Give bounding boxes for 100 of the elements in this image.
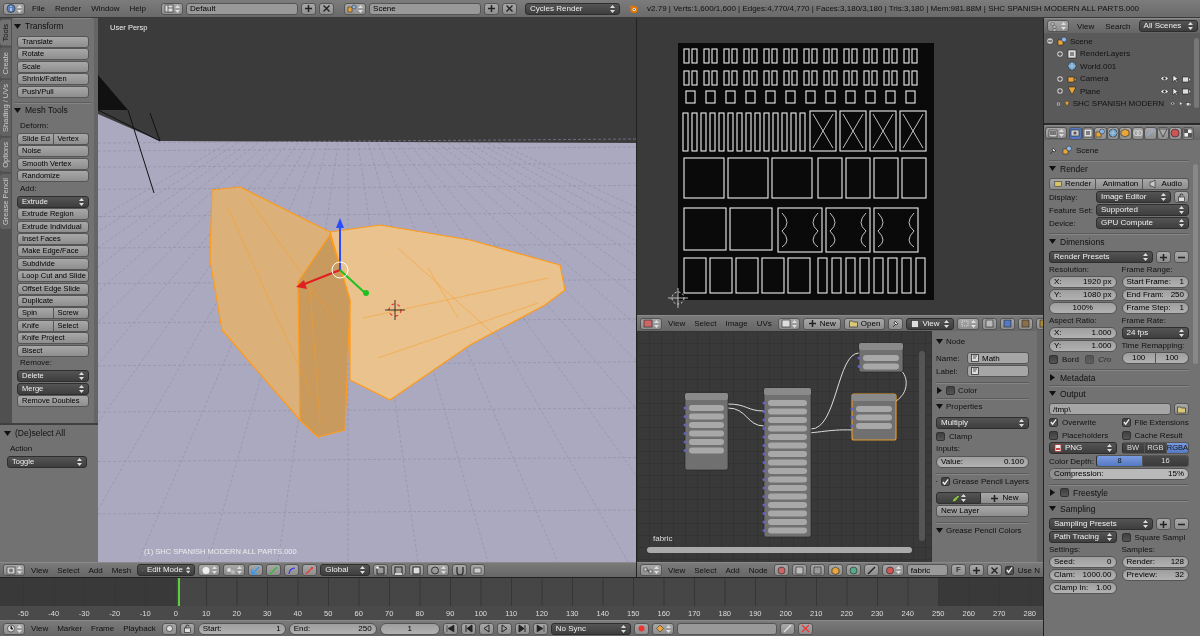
- number-field[interactable]: 100: [1121, 352, 1156, 364]
- panel-title: Color: [958, 386, 978, 395]
- number-field[interactable]: Y: 1080 px: [1049, 289, 1117, 301]
- menu-item[interactable]: Help: [126, 2, 150, 15]
- panel-title: Grease Pencil Colors: [946, 526, 1022, 535]
- display-mode-dropdown[interactable]: All Scenes: [1138, 20, 1198, 32]
- dropdown[interactable]: Supported: [1096, 204, 1189, 216]
- render-button[interactable]: Render: [1049, 178, 1097, 190]
- panel-title: Mesh Tools: [25, 105, 68, 116]
- field-label: Label:: [936, 366, 959, 376]
- presets-dropdown[interactable]: Sampling Presets: [1049, 518, 1153, 530]
- dropdown[interactable]: Multiply: [936, 417, 1029, 429]
- path-field[interactable]: /tmp\: [1049, 403, 1171, 415]
- number-field[interactable]: X: 1920 px: [1049, 276, 1117, 288]
- number-field[interactable]: End: 250: [288, 622, 377, 635]
- checkbox-label: Clamp: [949, 431, 973, 441]
- menu-item[interactable]: File: [29, 2, 48, 15]
- number-field[interactable]: Preview: 32: [1121, 569, 1189, 581]
- menu-item[interactable]: Select: [691, 317, 720, 330]
- sync-dropdown[interactable]: No Sync: [550, 622, 631, 635]
- panel-title: Sampling: [1060, 503, 1096, 514]
- render-button[interactable]: Audio: [1142, 178, 1189, 190]
- menu-item[interactable]: View: [665, 317, 689, 330]
- new-button[interactable]: New: [981, 492, 1029, 504]
- menu-item[interactable]: Add: [85, 563, 106, 577]
- open-image-button[interactable]: Open: [843, 317, 886, 330]
- menu-item[interactable]: UVs: [753, 317, 775, 330]
- checkbox-label: Placeholders: [1062, 430, 1109, 440]
- panel-title: Metadata: [1060, 372, 1096, 383]
- field-label: Action: [9, 443, 34, 455]
- presets-dropdown[interactable]: Render Presets: [1049, 251, 1153, 263]
- menu-item[interactable]: Marker: [54, 622, 86, 635]
- text-field[interactable]: Math: [967, 352, 1029, 364]
- menu-item[interactable]: Add: [722, 563, 743, 577]
- menu-item[interactable]: Mesh: [108, 563, 135, 577]
- field-label: Remove:: [19, 357, 53, 369]
- fake-user-button[interactable]: F: [950, 564, 966, 576]
- number-field[interactable]: 100: [1155, 352, 1189, 364]
- panel-title: Node: [946, 336, 966, 346]
- number-field[interactable]: Value: 0.100: [936, 456, 1029, 468]
- mode-dropdown[interactable]: Edit Mode: [137, 564, 196, 576]
- layout-name-field[interactable]: Default: [186, 2, 299, 15]
- new-image-button[interactable]: New: [802, 317, 841, 330]
- menu-item[interactable]: Frame: [88, 622, 118, 635]
- number-field[interactable]: 100%: [1049, 302, 1117, 314]
- menu-item[interactable]: Playback: [120, 622, 159, 635]
- menu-item[interactable]: Select: [54, 563, 83, 577]
- menu-item[interactable]: Window: [88, 2, 123, 15]
- number-field[interactable]: 1: [379, 622, 440, 635]
- number-field[interactable]: X: 1.000: [1049, 327, 1117, 339]
- material-name-field[interactable]: fabric: [906, 564, 948, 576]
- field-label: Samples:: [1121, 544, 1156, 555]
- number-field[interactable]: Y: 1.000: [1049, 340, 1117, 352]
- menu-item[interactable]: Render: [51, 2, 85, 15]
- field-label: Feature Set:: [1049, 205, 1093, 215]
- slider[interactable]: Compression: 15%: [1049, 468, 1189, 480]
- menu-item[interactable]: Select: [691, 563, 720, 577]
- menu-item[interactable]: Image: [722, 317, 751, 330]
- status-text: v2.79 | Verts:1,600/1,600 | Edges:4,770/4,770 | Faces:3,180/3,180 | Tris:3,180 | Mem:981.88M | SHC SPANISH MODERN ALL PARTS.000: [647, 4, 1140, 13]
- scene-name-field[interactable]: Scene: [369, 2, 482, 15]
- render-engine-dropdown[interactable]: Cycles Render: [525, 2, 621, 15]
- checkbox-label: Square Sampl: [1134, 532, 1186, 542]
- node-tree-label: fabric: [653, 534, 673, 543]
- menu-item[interactable]: View: [28, 563, 52, 577]
- field-label: Frame Range:: [1121, 264, 1174, 275]
- panel-title: Dimensions: [1060, 236, 1105, 247]
- dropdown[interactable]: GPU Compute: [1096, 217, 1189, 229]
- number-field[interactable]: Start: 1: [197, 622, 286, 635]
- view-mode-dropdown[interactable]: View: [906, 317, 955, 330]
- panel-title: Render: [1060, 163, 1088, 174]
- field-label: Inputs:: [936, 443, 961, 455]
- checkbox-label: File Extensions: [1134, 417, 1189, 427]
- number-field[interactable]: Frame Step: 1: [1121, 302, 1189, 314]
- format-dropdown[interactable]: PNG: [1049, 442, 1117, 454]
- field-label: Device:: [1049, 218, 1077, 228]
- number-field[interactable]: Clamp In: 1.00: [1049, 582, 1117, 594]
- number-field[interactable]: End Fram: 250: [1121, 289, 1189, 301]
- field-label: Time Remapping:: [1121, 340, 1186, 351]
- orientation-dropdown[interactable]: Global: [320, 564, 371, 576]
- menu-item[interactable]: View: [665, 563, 689, 577]
- context-label: Scene: [1076, 145, 1099, 155]
- dropdown[interactable]: Image Editor: [1096, 191, 1171, 203]
- render-button[interactable]: Animation: [1096, 178, 1143, 190]
- number-field[interactable]: Start Frame: 1: [1121, 276, 1189, 288]
- number-field[interactable]: Render: 128: [1121, 556, 1189, 568]
- menu-item[interactable]: Node: [745, 563, 771, 577]
- dropdown[interactable]: Path Tracing: [1049, 531, 1117, 543]
- dropdown[interactable]: 24 fps: [1121, 327, 1189, 339]
- menu-item[interactable]: View: [28, 622, 52, 635]
- tool-button[interactable]: New Layer: [936, 505, 1029, 517]
- panel-title: Freestyle: [1073, 487, 1108, 498]
- field-label: Color Depth:: [1049, 456, 1093, 466]
- field-label: Deform:: [19, 119, 50, 132]
- field-label: Display:: [1049, 192, 1079, 202]
- menu-item[interactable]: Search: [1102, 19, 1134, 33]
- panel-title: Grease Pencil Layers: [952, 477, 1029, 486]
- menu-item[interactable]: View: [1074, 19, 1098, 33]
- number-field[interactable]: Seed: 0: [1049, 556, 1117, 568]
- number-field[interactable]: Clam: 1000.00: [1049, 569, 1117, 581]
- field-label: Resolution:: [1049, 264, 1091, 275]
